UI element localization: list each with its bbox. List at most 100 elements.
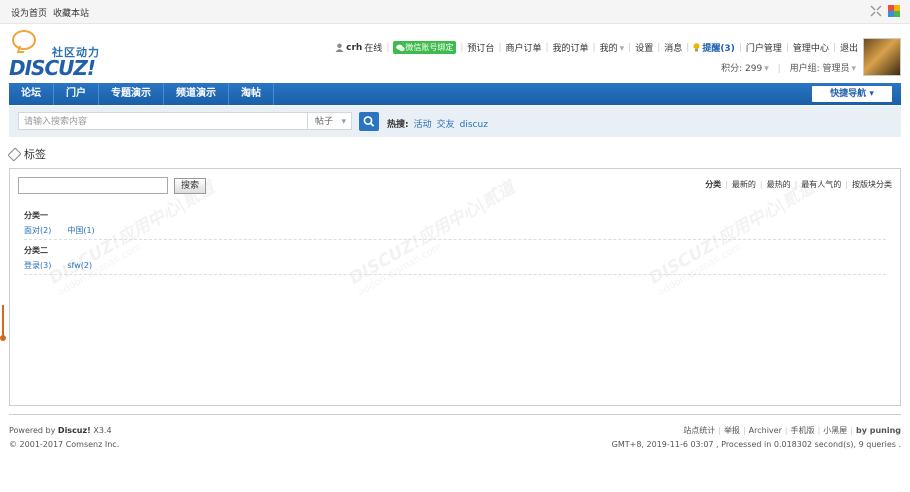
separator: | <box>545 42 549 53</box>
tag-search-input[interactable] <box>18 177 168 194</box>
sort-hottest[interactable]: 最热的 <box>767 180 791 189</box>
footer-link-archiver[interactable]: Archiver <box>749 426 782 435</box>
shrink-icon[interactable] <box>870 5 882 17</box>
quick-nav-button[interactable]: 快捷导航 ▾ <box>812 86 892 102</box>
sort-category[interactable]: 分类 <box>705 180 721 189</box>
wechat-bind-button[interactable]: 微信账号绑定 <box>393 41 457 54</box>
separator: | <box>845 180 848 189</box>
username-link[interactable]: crh <box>346 43 362 53</box>
nav-link-my-orders[interactable]: 我的订单 <box>553 41 589 54</box>
separator: | <box>386 42 390 53</box>
nav-tab-portal[interactable]: 门户 <box>54 83 99 105</box>
nav-link-messages[interactable]: 消息 <box>664 41 682 54</box>
tag-link[interactable]: 面对(2) <box>24 226 51 235</box>
tag-link[interactable]: 登录(3) <box>24 261 51 270</box>
scroll-indicator[interactable] <box>0 305 6 343</box>
search-input[interactable]: 请输入搜索内容 <box>18 112 308 130</box>
separator: | <box>592 42 596 53</box>
hot-search: 热搜: 活动 交友 discuz <box>387 117 493 130</box>
bulb-icon <box>693 43 700 52</box>
separator: | <box>718 426 721 435</box>
sort-by-board[interactable]: 按版块分类 <box>852 180 892 189</box>
online-status[interactable]: 在线 <box>364 41 382 54</box>
nav-link-my-menu[interactable]: 我的 ▾ <box>600 41 625 54</box>
scroll-indicator-bar <box>2 305 4 337</box>
tag-search-button[interactable]: 搜索 <box>174 178 206 194</box>
footer-link-stats[interactable]: 站点统计 <box>683 426 715 435</box>
sort-newest[interactable]: 最新的 <box>732 180 756 189</box>
usergroup-label: 用户组: 管理员 <box>789 64 850 74</box>
separator: | <box>817 426 821 435</box>
hot-search-label: 热搜: <box>387 120 409 130</box>
footer-link-mobile[interactable]: 手机版 <box>791 426 815 435</box>
footer-links: 站点统计 | 举报 | Archiver | 手机版 | 小黑屋 | by puning <box>612 424 901 438</box>
top-links: 设为首页 收藏本站 <box>11 6 95 19</box>
remind-link[interactable]: 提醒(3) <box>702 41 735 54</box>
tag-icon <box>7 146 22 162</box>
nav-link-portal-admin[interactable]: 门户管理 <box>746 41 782 54</box>
search-bar: 请输入搜索内容 帖子 ▾ 热搜: 活动 交友 discuz <box>9 106 901 137</box>
nav-tab-forum[interactable]: 论坛 <box>9 83 54 105</box>
version: X3.4 <box>93 426 112 435</box>
user-stats: 积分: 299 ▾ | 用户组: 管理员 ▾ <box>721 61 856 74</box>
logout-link[interactable]: 退出 <box>840 41 858 54</box>
nav-link-settings[interactable]: 设置 <box>635 41 653 54</box>
separator: | <box>738 42 742 53</box>
nav-link-booking-desk[interactable]: 预订台 <box>467 41 494 54</box>
top-bar: 设为首页 收藏本站 <box>0 0 910 24</box>
search-icon <box>363 116 375 127</box>
separator: | <box>832 42 836 53</box>
nav-link-admin-center[interactable]: 管理中心 <box>793 41 829 54</box>
logo-bubble-icon <box>12 30 36 50</box>
top-icons <box>870 5 900 17</box>
tag-link[interactable]: 中国(1) <box>67 226 94 235</box>
separator: | <box>777 64 781 74</box>
nav-tab-collection[interactable]: 淘帖 <box>229 83 274 105</box>
footer: Powered by Discuz! X3.4 © 2001-2017 Coms… <box>9 414 901 449</box>
footer-link-report[interactable]: 举报 <box>724 426 740 435</box>
usergroup-dropdown[interactable]: 用户组: 管理员 ▾ <box>790 64 856 74</box>
hot-word-link[interactable]: 交友 <box>437 120 455 130</box>
avatar[interactable] <box>863 38 901 76</box>
sort-options: 分类 | 最新的 | 最热的 | 最有人气的 | 按版块分类 <box>705 179 892 190</box>
user-nav: crh 在线 | 微信账号绑定 | 预订台 | 商户订单 | 我的订单 | 我的… <box>335 41 858 54</box>
page-title-text: 标签 <box>24 148 46 161</box>
search-type-select[interactable]: 帖子 ▾ <box>308 112 352 130</box>
wechat-bind-label: 微信账号绑定 <box>405 43 454 52</box>
scroll-indicator-knob <box>0 335 6 341</box>
bookmark-link[interactable]: 收藏本站 <box>53 9 89 19</box>
site-logo[interactable]: 社区动力 DISCUZ! <box>9 30 109 80</box>
separator: | <box>784 426 788 435</box>
footer-left: Powered by Discuz! X3.4 © 2001-2017 Coms… <box>9 424 119 452</box>
sort-popular[interactable]: 最有人气的 <box>801 180 841 189</box>
powered-brand-link[interactable]: Discuz! <box>58 426 91 435</box>
separator: | <box>785 42 789 53</box>
caret-down-icon: ▾ <box>869 89 874 99</box>
separator: | <box>628 42 632 53</box>
tag-row: 登录(3) sfw(2) <box>24 260 886 275</box>
copyright: © 2001-2017 Comsenz Inc. <box>9 440 120 449</box>
main-nav: 论坛 门户 专题演示 频道演示 淘帖 快捷导航 ▾ <box>9 83 901 105</box>
separator: | <box>742 426 746 435</box>
footer-by[interactable]: by puning <box>856 426 901 435</box>
footer-stats: GMT+8, 2019-11-6 03:07 , Processed in 0.… <box>611 440 901 449</box>
powered-by: Powered by Discuz! X3.4 <box>9 424 119 438</box>
nav-tab-topic-demo[interactable]: 专题演示 <box>99 83 164 105</box>
separator: | <box>498 42 502 53</box>
powered-prefix: Powered by <box>9 426 56 435</box>
category-title: 分类一 <box>24 211 48 220</box>
style-switch-icon[interactable] <box>888 5 900 17</box>
chevron-down-icon: ▾ <box>619 44 625 54</box>
hot-word-link[interactable]: discuz <box>460 120 488 130</box>
separator: | <box>657 42 661 53</box>
tag-link[interactable]: sfw(2) <box>67 261 92 270</box>
search-button[interactable] <box>359 112 379 131</box>
set-homepage-link[interactable]: 设为首页 <box>11 9 47 19</box>
nav-tab-channel-demo[interactable]: 频道演示 <box>164 83 229 105</box>
footer-link-blackroom[interactable]: 小黑屋 <box>823 426 847 435</box>
hot-word-link[interactable]: 活动 <box>414 120 432 130</box>
chevron-down-icon: ▾ <box>851 64 856 74</box>
nav-link-merchant-orders[interactable]: 商户订单 <box>505 41 541 54</box>
points-dropdown[interactable]: 积分: 299 ▾ <box>721 64 769 74</box>
chevron-down-icon: ▾ <box>341 117 346 127</box>
